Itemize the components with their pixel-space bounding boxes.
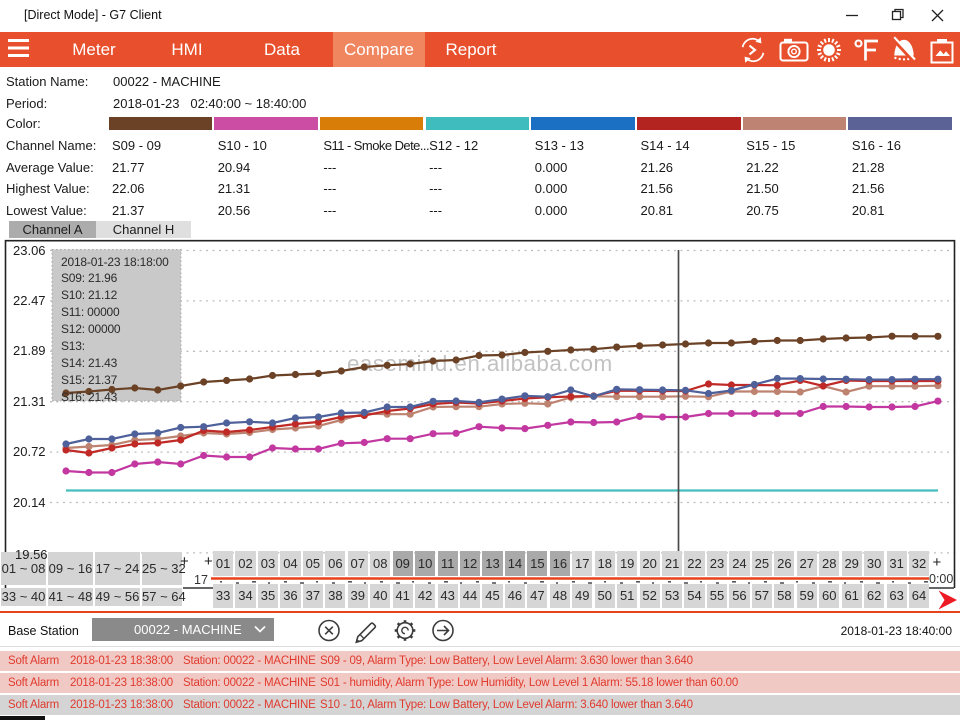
svg-text:17: 17 bbox=[194, 573, 208, 587]
svg-text:0:00: 0:00 bbox=[929, 572, 953, 586]
